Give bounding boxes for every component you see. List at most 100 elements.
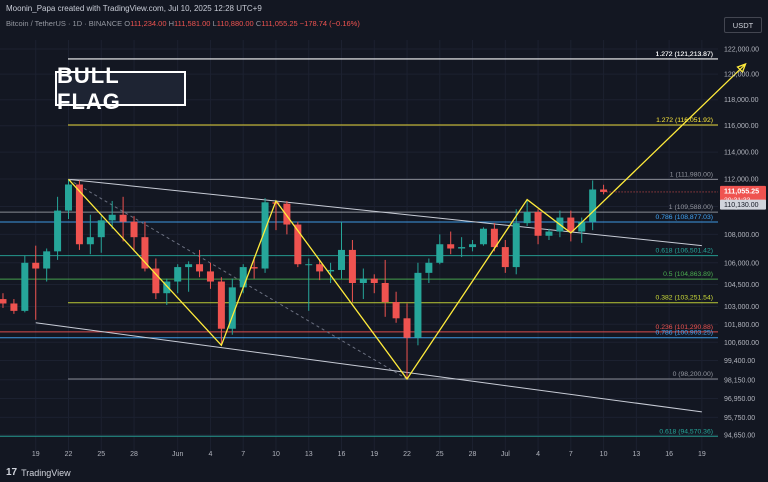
price-tick-label: 116,000.00 <box>724 123 759 130</box>
candle-body <box>501 247 509 268</box>
candle-body <box>65 184 72 211</box>
fib-level-label: 0.618 (94,570.36) <box>659 428 713 435</box>
candle-body <box>338 249 345 270</box>
candle-body <box>469 244 477 248</box>
fib-level-label: 0.786 (100,903.25) <box>656 330 713 337</box>
candle-body <box>447 244 455 249</box>
fib-level-label: 0.5 (104,863.89) <box>663 271 713 278</box>
candle-body <box>141 237 149 269</box>
candle-body <box>250 267 258 269</box>
candle-body <box>239 267 247 288</box>
candle-body <box>567 217 575 232</box>
date-tick-label: 13 <box>305 451 313 458</box>
channel-lines <box>35 178 702 413</box>
candle-body <box>425 262 433 273</box>
bull-flag-label: BULL FLAG <box>55 63 186 114</box>
date-tick-label: 28 <box>130 451 138 458</box>
date-tick-label: 25 <box>436 451 444 458</box>
price-axis: 122,000.00 120,000.00 118,000.00 116,000.00… <box>724 47 759 440</box>
candle-body <box>185 264 193 268</box>
candle-body <box>359 278 367 283</box>
candle-body <box>370 278 378 283</box>
price-tick-label: 122,000.00 <box>724 47 759 54</box>
date-tick-label: 10 <box>272 451 280 458</box>
fib-level-label: 1 (109,588.00) <box>669 204 713 211</box>
candle-body <box>381 282 389 303</box>
candle-body <box>108 214 116 221</box>
tradingview-logo[interactable]: 17 TradingView <box>6 467 71 478</box>
candle-body <box>458 247 466 249</box>
fib-level-label: 1 (111,980.00) <box>670 171 713 178</box>
price-tick-label: 96,950.00 <box>724 396 755 403</box>
date-tick-label: Jun <box>172 451 183 458</box>
date-tick-label: 22 <box>403 451 411 458</box>
candle-body <box>119 214 127 222</box>
candle-body <box>534 211 542 236</box>
date-tick-label: 4 <box>209 451 213 458</box>
date-tick-label: 22 <box>65 451 73 458</box>
date-tick-label: 10 <box>600 451 608 458</box>
fib-level-label: 0.786 (108,877.03) <box>656 214 713 221</box>
date-tick-label: 16 <box>665 451 673 458</box>
price-tick-label: 114,000.00 <box>724 150 759 157</box>
date-tick-label: 19 <box>32 451 40 458</box>
candle-body <box>414 272 422 338</box>
candle-body <box>479 228 487 245</box>
date-tick-label: 28 <box>469 451 477 458</box>
candle-body <box>97 220 105 238</box>
date-tick-label: 25 <box>97 451 105 458</box>
date-tick-label: 7 <box>569 451 573 458</box>
date-tick-label: Jul <box>501 451 510 458</box>
price-tick-label: 112,000.00 <box>724 177 759 184</box>
date-tick-label: 16 <box>338 451 346 458</box>
fib-level-label: 0.382 (103,251.54) <box>656 295 713 302</box>
candle-body <box>0 299 7 304</box>
candle-body <box>348 249 356 283</box>
candle-body <box>21 262 29 311</box>
candle-body <box>174 267 182 282</box>
fib-level-label: 1.272 (121,213.87) <box>656 51 713 58</box>
price-tick-label: 94,650.00 <box>724 433 755 440</box>
candle-body <box>10 303 18 311</box>
chart-root[interactable]: Moonin_Papa created with TradingView.com… <box>0 0 768 482</box>
candle-body <box>196 264 204 272</box>
candle-body <box>392 302 400 319</box>
price-tick-label: 99,400.00 <box>724 358 755 365</box>
candle-body <box>32 262 40 269</box>
candle-body <box>217 281 225 329</box>
candle-body <box>54 210 62 252</box>
price-tick-label: 104,500.00 <box>724 282 759 289</box>
price-tag-2-value: 110,130.00 <box>724 202 759 209</box>
candle-body <box>130 221 138 238</box>
fib-level-label: 0 (98,200.00) <box>673 371 713 378</box>
candle-body <box>436 244 444 263</box>
price-tick-label: 118,000.00 <box>724 97 759 104</box>
price-tick-label: 103,000.00 <box>724 304 759 311</box>
price-tick-label: 95,750.00 <box>724 415 755 422</box>
tradingview-logo-icon: 17 <box>6 467 18 478</box>
date-tick-label: 19 <box>698 451 706 458</box>
date-tick-label: 7 <box>241 451 245 458</box>
candle-body <box>86 237 94 245</box>
candle-body <box>589 189 597 222</box>
date-tick-label: 13 <box>632 451 640 458</box>
price-tick-label: 100,600.00 <box>724 340 759 347</box>
price-tick-label: 98,150.00 <box>724 377 755 384</box>
candle-body <box>545 231 553 236</box>
price-tick-label: 101,800.00 <box>724 322 759 329</box>
last-price-value: 111,055.25 <box>724 186 759 195</box>
tradingview-logo-text: TradingView <box>21 467 71 478</box>
candle-body <box>523 211 531 224</box>
price-tick-label: 108,000.00 <box>724 232 759 239</box>
candle-body <box>283 203 291 225</box>
date-tick-label: 19 <box>370 451 378 458</box>
date-tick-label: 4 <box>536 451 540 458</box>
candle-body <box>206 271 214 282</box>
price-tick-label: 120,000.00 <box>724 72 759 79</box>
candle-body <box>305 264 313 266</box>
time-axis: 619222528Jun4710131619222528Jul471013161… <box>32 451 706 458</box>
candle-body <box>316 264 324 272</box>
price-tick-label: 106,000.00 <box>724 260 759 267</box>
candle-body <box>512 223 520 268</box>
fib-level-label: 0.618 (106,501.42) <box>656 248 713 255</box>
